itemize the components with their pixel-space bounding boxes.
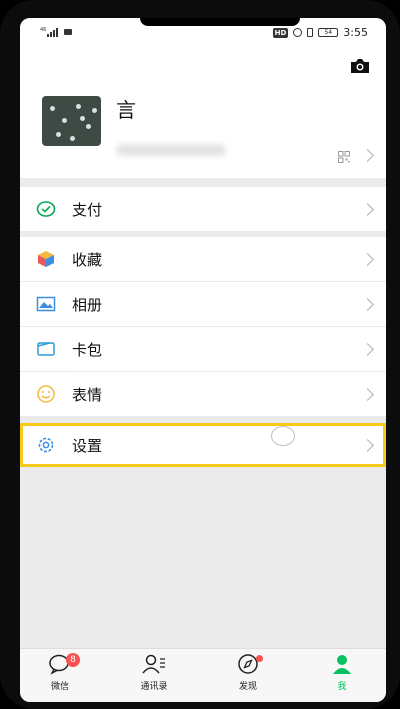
phone-frame: 46 HD 54 3:55 言 支付 收藏 相册 卡包 表情 设置 8 微信 通… [0,0,400,709]
pay-icon [36,201,56,217]
contacts-icon [142,654,165,674]
chevron-right-icon [361,253,374,266]
tab-contacts[interactable]: 通讯录 [114,653,194,692]
vibrate-icon [307,28,314,37]
smiley-icon [37,385,55,403]
profile-header[interactable]: 言 [20,48,386,178]
tab-label-contacts: 通讯录 [140,682,168,692]
network-type-label: 46 [40,27,46,33]
card-wallet-icon [37,342,55,356]
chevron-right-icon [361,439,374,452]
tab-discover[interactable]: 发现 [208,653,288,692]
wechat-id-blurred [116,144,226,156]
signal-icon: 46 [40,27,58,37]
tab-label-me: 我 [337,682,347,692]
profile-chevron-icon [361,149,374,162]
battery-icon: 54 [318,28,339,37]
chevron-right-icon [361,203,374,216]
touch-indicator [271,426,295,446]
menu-item-stickers[interactable]: 表情 [20,372,386,416]
battery-level: 54 [324,29,333,36]
menu-item-favorites[interactable]: 收藏 [20,237,386,281]
profile-name: 言 [116,98,136,122]
person-icon [333,655,351,674]
message-icon [64,29,72,35]
screen: 46 HD 54 3:55 言 支付 收藏 相册 卡包 表情 设置 8 微信 通… [20,18,386,702]
chevron-right-icon [361,343,374,356]
menu-label-stickers: 表情 [72,386,103,404]
camera-icon[interactable] [350,58,370,74]
menu-item-settings[interactable]: 设置 [20,423,386,467]
menu-label-settings: 设置 [72,437,103,455]
discover-dot [256,655,263,662]
bottom-tab-bar: 8 微信 通讯录 发现 我 [20,648,386,702]
status-time: 3:55 [343,26,368,39]
menu-item-pay[interactable]: 支付 [20,187,386,231]
unread-badge: 8 [66,653,80,667]
gear-icon [38,437,54,453]
chevron-right-icon [361,298,374,311]
alarm-icon [293,28,303,37]
tab-chats[interactable]: 8 微信 [20,653,100,692]
menu-label-favorites: 收藏 [72,251,103,269]
menu-label-album: 相册 [72,296,103,314]
tab-label-chats: 微信 [50,682,69,692]
status-left: 46 [40,27,72,37]
tab-me[interactable]: 我 [302,653,382,692]
status-right: HD 54 3:55 [272,26,368,39]
menu-label-pay: 支付 [72,201,103,219]
menu-item-album[interactable]: 相册 [20,282,386,326]
chevron-right-icon [361,388,374,401]
menu-item-cards[interactable]: 卡包 [20,327,386,371]
menu-label-cards: 卡包 [72,341,103,359]
favorites-cube-icon [38,251,54,267]
tab-label-discover: 发现 [238,682,257,692]
avatar[interactable] [42,96,101,146]
album-icon [36,296,56,312]
hd-badge: HD [272,27,289,38]
notch [140,18,300,26]
qr-code-icon[interactable] [338,151,350,163]
